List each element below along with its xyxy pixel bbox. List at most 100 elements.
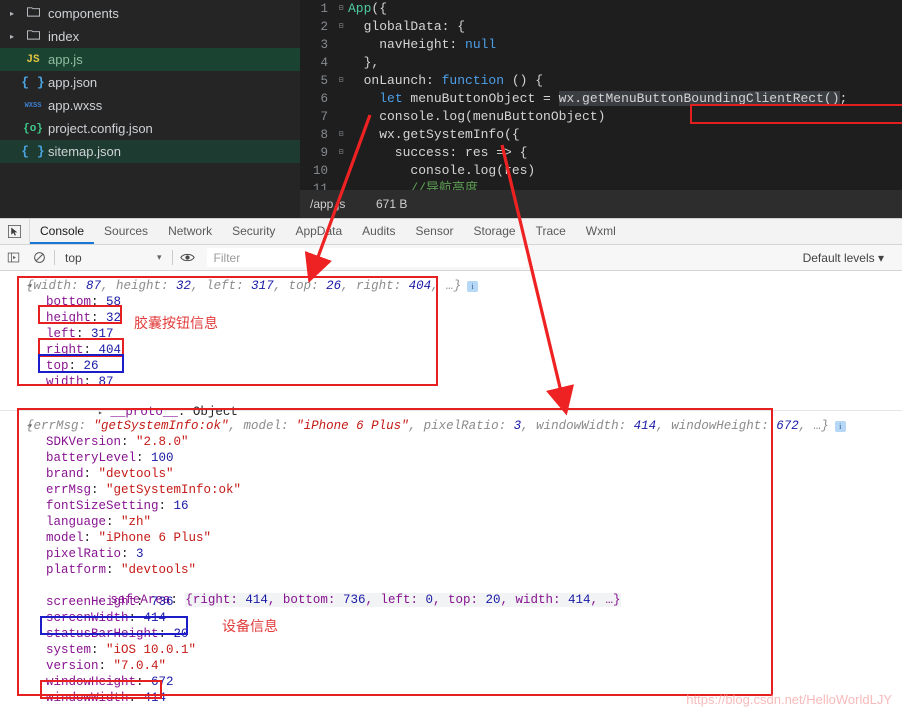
code-line-1: 1⊟App({	[300, 0, 902, 18]
line-number: 4	[300, 54, 334, 72]
property-key: left	[46, 327, 76, 341]
twisty-spacer: ▸	[4, 55, 20, 64]
code-text: console.log(res)	[348, 162, 535, 180]
console-filter-input[interactable]: Filter	[207, 248, 527, 267]
file-explorer[interactable]: ▸components▸index▸JSapp.js▸{ }app.json▸W…	[0, 0, 300, 218]
property-value: 100	[151, 451, 174, 465]
folder-icon	[20, 29, 46, 44]
code-fold-icon[interactable]: ⊟	[334, 126, 348, 144]
property-platform: platform: "devtools"	[0, 563, 902, 579]
property-value: 317	[91, 327, 114, 341]
code-fold-icon[interactable]: ⊟	[334, 144, 348, 162]
watermark-text: https://blog.csdn.net/HelloWorldLJY	[686, 692, 892, 707]
toolbar-divider	[172, 250, 173, 265]
property-value: 672	[151, 675, 174, 689]
expand-triangle-icon[interactable]: ▾	[28, 421, 33, 431]
line-number: 2	[300, 18, 334, 36]
config-file-icon: {o}	[20, 123, 46, 135]
console-log-entry-menubutton[interactable]: ▾ {width: 87, height: 32, left: 317, top…	[0, 271, 902, 407]
chevron-right-icon[interactable]: ▸	[4, 32, 20, 41]
safearea-row[interactable]: ▸ safeArea: {right: 414, bottom: 736, le…	[0, 579, 902, 595]
console-sidebar-icon[interactable]	[0, 245, 26, 271]
code-line-9: 9⊟ success: res => {	[300, 144, 902, 162]
console-context-selector[interactable]: top	[57, 251, 157, 265]
property-version: version: "7.0.4"	[0, 659, 902, 675]
status-file-path: /app.js	[300, 197, 368, 211]
live-expression-icon[interactable]	[175, 245, 201, 271]
object-properties-list-2: screenHeight: 736screenWidth: 414statusB…	[0, 595, 902, 707]
property-value: 16	[174, 499, 189, 513]
tab-network[interactable]: Network	[158, 219, 222, 244]
file-tree-item-project-config-json[interactable]: ▸{o}project.config.json	[0, 117, 300, 140]
tab-sensor[interactable]: Sensor	[406, 219, 464, 244]
file-tree-item-sitemap-json[interactable]: ▸{ }sitemap.json	[0, 140, 300, 163]
log-object-preview-row[interactable]: ▾ {errMsg: "getSystemInfo:ok", model: "i…	[0, 417, 902, 435]
property-key: bottom	[46, 295, 91, 309]
property-value: 414	[144, 691, 167, 705]
expand-triangle-icon[interactable]: ▾	[28, 281, 33, 291]
file-tree-item-label: project.config.json	[46, 121, 153, 136]
file-tree-item-app-wxss[interactable]: ▸WXSSapp.wxss	[0, 94, 300, 117]
code-text: globalData: {	[348, 18, 465, 36]
file-tree-item-app-js[interactable]: ▸JSapp.js	[0, 48, 300, 71]
property-batteryLevel: batteryLevel: 100	[0, 451, 902, 467]
code-editor[interactable]: 1⊟App({2⊟ globalData: {3 navHeight: null…	[300, 0, 902, 218]
property-brand: brand: "devtools"	[0, 467, 902, 483]
proto-row[interactable]: ▸ __proto__: Object	[0, 707, 902, 714]
tab-trace[interactable]: Trace	[526, 219, 576, 244]
file-tree-item-index[interactable]: ▸ index	[0, 25, 300, 48]
property-bottom: bottom: 58	[0, 295, 902, 311]
tab-storage[interactable]: Storage	[464, 219, 526, 244]
tab-audits[interactable]: Audits	[352, 219, 405, 244]
property-key: height	[46, 311, 91, 325]
property-value: 58	[106, 295, 121, 309]
code-line-4: 4 },	[300, 54, 902, 72]
tab-appdata[interactable]: AppData	[285, 219, 352, 244]
code-fold-icon[interactable]: ⊟	[334, 0, 348, 18]
property-key: screenHeight	[46, 595, 136, 609]
property-key: system	[46, 643, 91, 657]
console-levels-dropdown[interactable]: Default levels ▾	[803, 251, 902, 265]
file-tree-item-label: sitemap.json	[46, 144, 121, 159]
property-value: 404	[99, 343, 122, 357]
inspect-element-icon[interactable]	[0, 219, 30, 244]
line-number: 7	[300, 108, 334, 126]
property-value: "2.8.0"	[136, 435, 189, 449]
json-file-icon: { }	[20, 144, 46, 159]
chevron-down-icon[interactable]: ▾	[157, 252, 170, 263]
line-number: 3	[300, 36, 334, 54]
status-file-size: 671 B	[368, 197, 407, 211]
code-text: App({	[348, 0, 387, 18]
chevron-right-icon[interactable]: ▸	[4, 9, 20, 18]
info-badge-icon: i	[467, 281, 478, 292]
console-output[interactable]: ▾ {width: 87, height: 32, left: 317, top…	[0, 271, 902, 714]
file-tree-item-label: index	[46, 29, 79, 44]
console-log-entry-systeminfo[interactable]: ▾ {errMsg: "getSystemInfo:ok", model: "i…	[0, 413, 902, 714]
file-tree-item-app-json[interactable]: ▸{ }app.json	[0, 71, 300, 94]
file-tree-item-components[interactable]: ▸components	[0, 2, 300, 25]
property-key: width	[46, 375, 84, 389]
tab-console[interactable]: Console	[30, 219, 94, 244]
line-number: 1	[300, 0, 334, 18]
tab-security[interactable]: Security	[222, 219, 285, 244]
devtools-panel: ConsoleSourcesNetworkSecurityAppDataAudi…	[0, 218, 902, 715]
proto-row[interactable]: ▸ __proto__: Object	[0, 391, 902, 407]
twisty-spacer: ▸	[4, 147, 20, 156]
code-fold-icon[interactable]: ⊟	[334, 18, 348, 36]
property-value: "zh"	[121, 515, 151, 529]
property-width: width: 87	[0, 375, 902, 391]
code-text: console.log(menuButtonObject)	[348, 108, 605, 126]
log-object-preview-row[interactable]: ▾ {width: 87, height: 32, left: 317, top…	[0, 277, 902, 295]
property-value: "devtools"	[99, 467, 174, 481]
property-key: pixelRatio	[46, 547, 121, 561]
editor-status-bar: /app.js 671 B	[300, 190, 902, 218]
clear-console-icon[interactable]	[26, 245, 52, 271]
property-statusBarHeight: statusBarHeight: 20	[0, 627, 902, 643]
tab-sources[interactable]: Sources	[94, 219, 158, 244]
code-text: let menuButtonObject = wx.getMenuButtonB…	[348, 90, 847, 108]
code-fold-icon[interactable]: ⊟	[334, 72, 348, 90]
tab-wxml[interactable]: Wxml	[576, 219, 626, 244]
console-filter-bar: top ▾ Filter Default levels ▾	[0, 245, 902, 271]
code-line-3: 3 navHeight: null	[300, 36, 902, 54]
property-value: "iOS 10.0.1"	[106, 643, 196, 657]
